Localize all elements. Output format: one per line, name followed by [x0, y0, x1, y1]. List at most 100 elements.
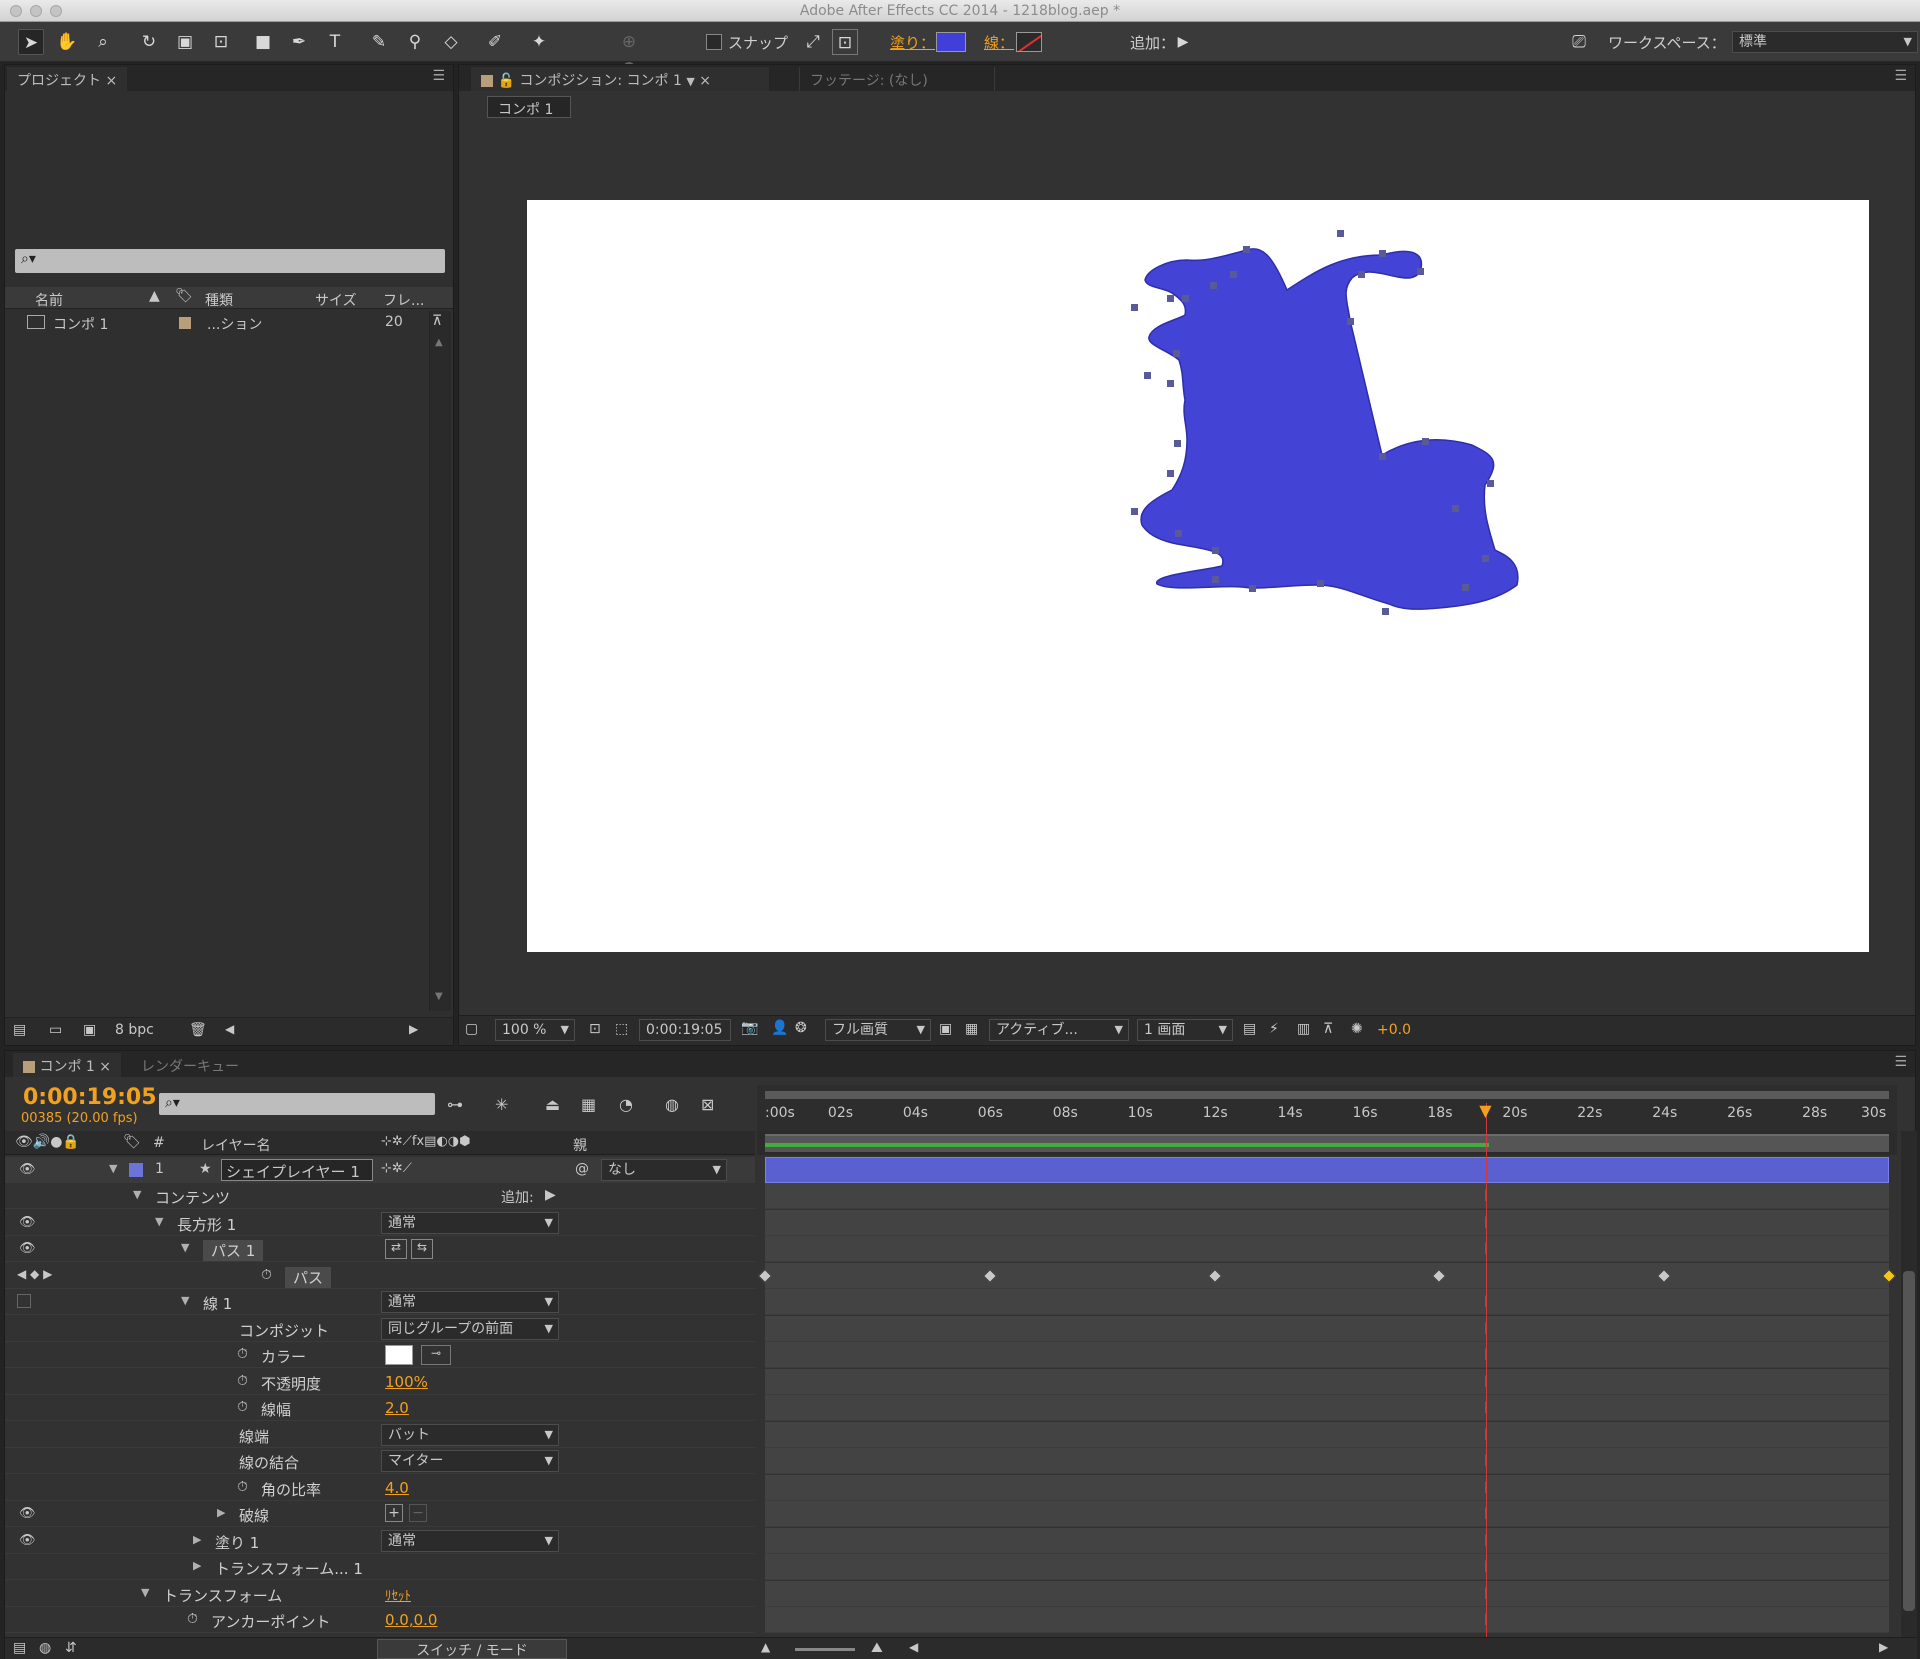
- property-row[interactable]: ⏱ 角の比率 4.0: [5, 1475, 755, 1501]
- active-camera-dropdown[interactable]: アクティブ... ▼: [989, 1019, 1129, 1041]
- property-row[interactable]: ▶ トランスフォーム... 1: [5, 1554, 755, 1580]
- eye-icon[interactable]: 👁: [19, 1241, 36, 1256]
- timeline-track-row[interactable]: I: [765, 1368, 1889, 1395]
- scroll-left-icon[interactable]: ◀: [909, 1640, 918, 1654]
- flowchart-icon[interactable]: ⊼: [1323, 1021, 1333, 1037]
- roto-brush-tool-icon[interactable]: ✐: [482, 29, 508, 55]
- live-update-icon[interactable]: ⊠: [701, 1095, 714, 1114]
- composition-tab[interactable]: 🔓 コンポジション: コンポ 1 ▼ ×: [471, 67, 769, 91]
- expand-triangle-icon[interactable]: ▼: [141, 1586, 149, 1599]
- current-time[interactable]: 0:00:19:05: [23, 1085, 157, 1110]
- scroll-left-icon[interactable]: ◀: [225, 1022, 234, 1036]
- timeline-track-row[interactable]: I: [765, 1527, 1889, 1554]
- flowchart-icon[interactable]: ⊼: [432, 313, 442, 329]
- zoom-in-icon[interactable]: ⛰: [871, 1640, 883, 1656]
- trash-icon[interactable]: 🗑: [189, 1022, 207, 1038]
- keyframe-diamond[interactable]: [1207, 1268, 1222, 1283]
- timeline-search-input[interactable]: ⌕▾: [159, 1093, 435, 1115]
- timeline-track-row[interactable]: I: [765, 1580, 1889, 1607]
- graph-editor-icon[interactable]: ◍: [665, 1095, 679, 1114]
- toggle-pixel-aspect-icon[interactable]: ▤: [1243, 1021, 1256, 1037]
- property-dropdown[interactable]: バット ▼: [381, 1423, 559, 1446]
- property-row[interactable]: 👁 ▶ 塗り 1 通常 ▼: [5, 1528, 755, 1554]
- property-row[interactable]: 👁 ▼ 長方形 1 通常 ▼: [5, 1210, 755, 1236]
- brush-tool-icon[interactable]: ✎: [366, 29, 392, 55]
- timeline-track-row[interactable]: I: [765, 1236, 1889, 1262]
- timeline-track-row[interactable]: I: [765, 1474, 1889, 1501]
- expand-triangle-icon[interactable]: ▼: [181, 1241, 189, 1254]
- switch-mode-button[interactable]: スイッチ / モード: [377, 1639, 567, 1659]
- region-of-interest-icon[interactable]: ▣: [939, 1021, 952, 1037]
- fit-region-icon[interactable]: ⊡: [589, 1021, 601, 1037]
- snap-feather-icon[interactable]: ⊡: [832, 29, 858, 55]
- transparency-grid-icon[interactable]: ▦: [965, 1021, 978, 1037]
- show-snapshot-icon[interactable]: 👤: [771, 1020, 788, 1036]
- layer-row[interactable]: 👁 ▼ 1 ★ シェイプレイヤー 1 ⊹✲⟋ @ なし ▼: [5, 1157, 755, 1183]
- timeline-track-row[interactable]: I: [765, 1209, 1889, 1236]
- type-tool-icon[interactable]: T: [322, 29, 348, 55]
- property-row[interactable]: ⏱ 線幅 2.0: [5, 1395, 755, 1421]
- timeline-tab[interactable]: コンポ 1 ×: [13, 1053, 121, 1077]
- timeline-track-row[interactable]: I: [765, 1448, 1889, 1474]
- in-out-toggle-icon[interactable]: ⇵: [65, 1640, 77, 1656]
- magnification-dropdown[interactable]: 100 % ▼: [495, 1019, 575, 1041]
- timeline-scrollbar[interactable]: [1901, 1131, 1917, 1651]
- workspace-dropdown[interactable]: 標準 ▼: [1732, 31, 1918, 53]
- column-layer-name[interactable]: レイヤー名: [201, 1135, 271, 1155]
- shape-layer-path[interactable]: [527, 200, 1869, 952]
- keyframe-diamond[interactable]: [757, 1268, 773, 1283]
- expand-triangle-icon[interactable]: ▼: [133, 1188, 141, 1201]
- path-direction-icon[interactable]: ⇄: [385, 1239, 407, 1259]
- timeline-track-row[interactable]: I: [765, 1289, 1889, 1315]
- comp-mini-flowchart-icon[interactable]: ⊶: [447, 1095, 463, 1114]
- motion-blur-icon[interactable]: ◔: [619, 1095, 633, 1114]
- property-row[interactable]: 線端 バット ▼: [5, 1422, 755, 1448]
- frame-blending-icon[interactable]: ▦: [581, 1095, 596, 1114]
- panel-menu-icon[interactable]: ☰: [1894, 68, 1907, 84]
- workspace-sync-icon[interactable]: ⎚: [1564, 29, 1594, 55]
- current-time-display[interactable]: 0:00:19:05: [639, 1019, 731, 1041]
- timeline-track-row[interactable]: I: [765, 1395, 1889, 1421]
- eye-icon[interactable]: 👁: [19, 1506, 36, 1521]
- composition-canvas[interactable]: [527, 200, 1869, 952]
- stopwatch-icon[interactable]: ⏱: [237, 1479, 248, 1495]
- fast-previews-icon[interactable]: ⚡: [1269, 1021, 1279, 1037]
- selection-tool-icon[interactable]: ➤: [18, 29, 44, 55]
- timeline-track-row[interactable]: I: [765, 1342, 1889, 1368]
- resolution-dropdown[interactable]: フル画質 ▼: [825, 1019, 931, 1041]
- stroke-color-swatch[interactable]: [385, 1345, 413, 1365]
- add-dash-icon[interactable]: +: [385, 1504, 403, 1522]
- new-folder-icon[interactable]: ▭: [49, 1022, 62, 1038]
- property-row[interactable]: コンポジット 同じグループの前面 ▼: [5, 1316, 755, 1342]
- scroll-thumb[interactable]: [1903, 1271, 1915, 1611]
- property-row[interactable]: ▼ コンテンツ 追加: ▶: [5, 1183, 755, 1209]
- rectangle-tool-icon[interactable]: ■: [250, 29, 276, 55]
- bpc-label[interactable]: 8 bpc: [115, 1022, 154, 1038]
- property-dropdown[interactable]: 同じグループの前面 ▼: [381, 1317, 559, 1340]
- layer-name[interactable]: シェイプレイヤー 1: [221, 1159, 373, 1181]
- work-area-bar[interactable]: [765, 1091, 1889, 1099]
- column-size[interactable]: サイズ: [315, 290, 357, 310]
- camera-tool-icon[interactable]: ▣: [172, 29, 198, 55]
- fill-color-swatch[interactable]: [936, 32, 966, 52]
- pan-behind-tool-icon[interactable]: ⊡: [208, 29, 234, 55]
- footage-tab[interactable]: フッテージ: (なし): [799, 67, 995, 91]
- keyframe-diamond[interactable]: [1432, 1268, 1447, 1283]
- property-value[interactable]: 4.0: [385, 1479, 409, 1497]
- layer-switches-toggle-icon[interactable]: ▤: [13, 1640, 26, 1656]
- exposure-reset-icon[interactable]: ✺: [1351, 1021, 1363, 1037]
- keyframe-diamond[interactable]: [1657, 1268, 1672, 1283]
- scroll-right-icon[interactable]: ▶: [1879, 1640, 1888, 1654]
- keyframe-diamond[interactable]: [982, 1268, 997, 1283]
- playhead-handle-icon[interactable]: ▼: [1479, 1101, 1491, 1120]
- remove-dash-icon[interactable]: −: [409, 1504, 427, 1522]
- timeline-track-row[interactable]: I: [765, 1315, 1889, 1342]
- property-dropdown[interactable]: 通常 ▼: [381, 1529, 559, 1552]
- reset-link[interactable]: ﾘｾｯﾄ: [385, 1585, 411, 1604]
- add-arrow-icon[interactable]: ▶: [545, 1187, 556, 1203]
- column-type[interactable]: 種類: [205, 290, 233, 310]
- stopwatch-icon[interactable]: ⏱: [261, 1267, 272, 1283]
- zoom-tool-icon[interactable]: ⌕: [90, 29, 116, 55]
- property-row[interactable]: ⏱ カラー ⊸: [5, 1342, 755, 1368]
- project-search-input[interactable]: ⌕▾: [15, 249, 445, 273]
